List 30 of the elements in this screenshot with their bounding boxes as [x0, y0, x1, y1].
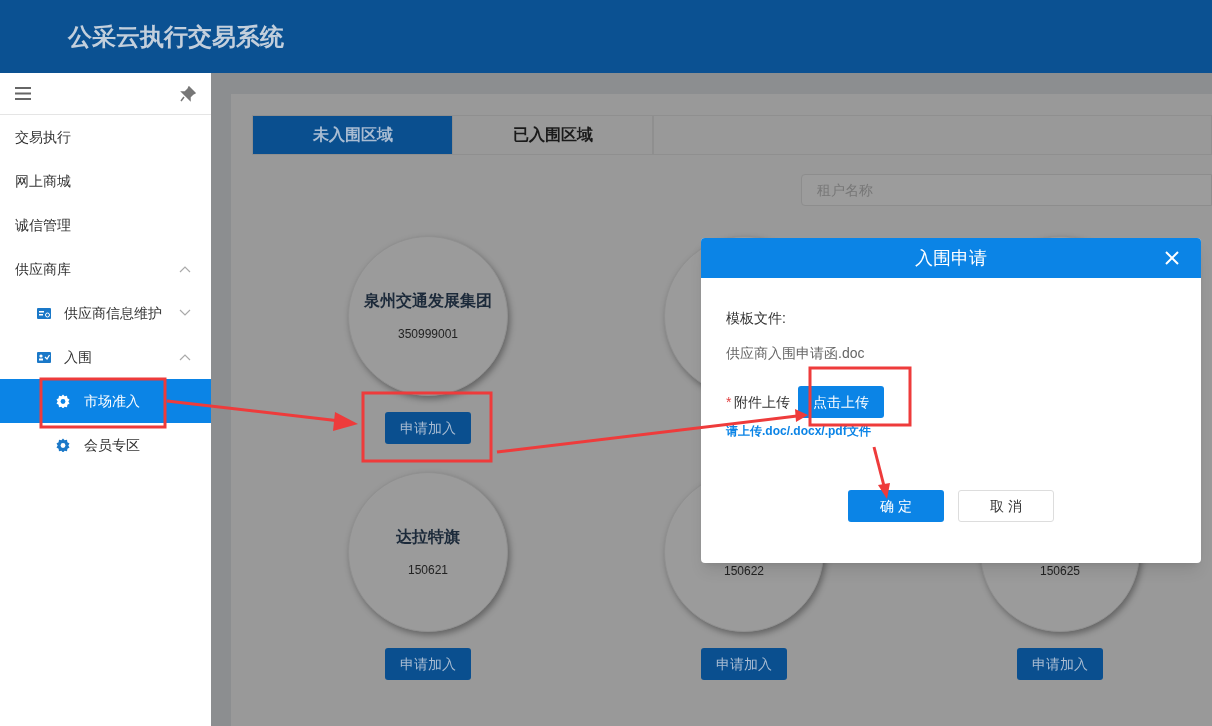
- company-name: 泉州交通发展集团: [364, 291, 492, 311]
- company-code: 150621: [407, 562, 448, 579]
- sidebar-item[interactable]: 市场准入: [0, 379, 211, 423]
- id-card-icon: [37, 350, 51, 364]
- tab[interactable]: 未入围区域: [253, 116, 453, 154]
- pin-icon[interactable]: [180, 85, 196, 102]
- company-code: 150625: [1039, 563, 1080, 580]
- upload-label: 附件上传: [734, 392, 791, 412]
- menu-icon[interactable]: [15, 87, 31, 100]
- apply-button[interactable]: 申请加入: [701, 648, 787, 680]
- company-code: 350999001: [397, 326, 459, 343]
- company-name: 达拉特旗: [396, 527, 460, 547]
- confirm-button[interactable]: 确 定: [848, 490, 944, 522]
- dialog-title: 入围申请: [915, 246, 987, 270]
- app-title: 公采云执行交易系统: [68, 21, 284, 52]
- template-file-link[interactable]: 供应商入围申请函.doc: [726, 343, 1176, 364]
- upload-button[interactable]: 点击上传: [798, 386, 885, 418]
- close-icon[interactable]: [1165, 251, 1179, 265]
- company-code: 150622: [723, 563, 764, 580]
- gear-icon: [56, 438, 70, 452]
- gear-icon: [56, 394, 70, 408]
- apply-button[interactable]: 申请加入: [385, 412, 471, 444]
- apply-button[interactable]: 申请加入: [1017, 648, 1103, 680]
- annotation-arrow: [872, 446, 890, 499]
- card-icon: [37, 306, 51, 320]
- apply-button[interactable]: 申请加入: [385, 648, 471, 680]
- upload-hint: 请上传.doc/.docx/.pdf文件: [726, 423, 872, 440]
- required-mark: *: [726, 392, 732, 412]
- cancel-button[interactable]: 取 消: [958, 490, 1054, 522]
- template-label: 模板文件:: [726, 309, 787, 328]
